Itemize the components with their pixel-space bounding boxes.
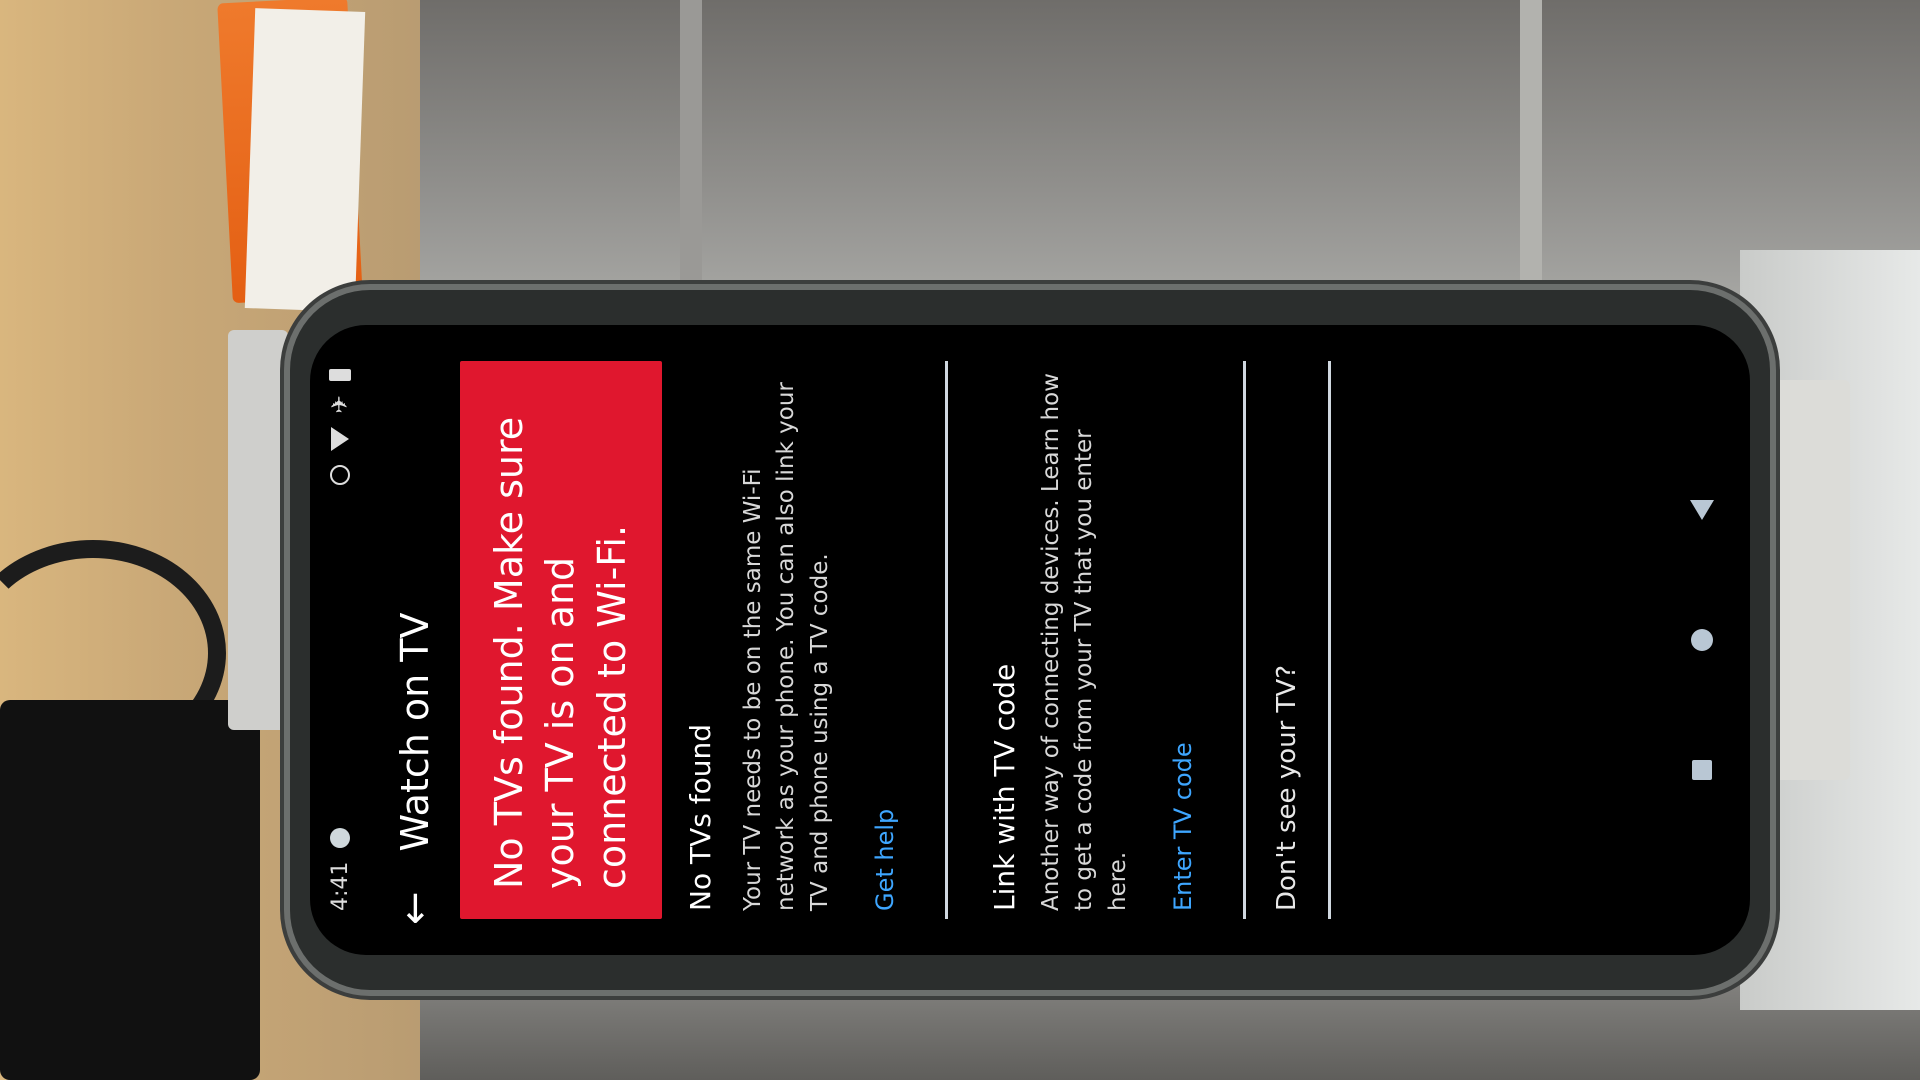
page-title: Watch on TV (393, 612, 437, 852)
no-tvs-section: No TVs found Your TV needs to be on the … (662, 325, 899, 955)
status-right: ✈ (327, 369, 353, 486)
no-tvs-body: Your TV needs to be on the same Wi-Fi ne… (739, 382, 833, 911)
error-banner: No TVs found. Make sure your TV is on an… (460, 361, 662, 919)
tv-code-section: Link with TV code Another way of connect… (948, 325, 1197, 955)
phone-screen: 4:41 ✈ ← Watch on TV No TVs found. Make … (310, 325, 1750, 955)
get-help-link[interactable]: Get help (871, 809, 899, 911)
system-nav-bar (1654, 325, 1750, 955)
app-bar: ← Watch on TV (370, 325, 460, 955)
tv-code-body[interactable]: Another way of connecting devices. Learn… (1035, 369, 1135, 911)
wifi-icon (331, 427, 349, 452)
phone-holder-left (228, 330, 288, 730)
divider (1327, 361, 1331, 919)
dont-see-tv-item[interactable]: Don't see your TV? (1246, 325, 1302, 955)
nav-recents-icon[interactable] (1692, 760, 1712, 781)
background-paper (244, 8, 366, 312)
nav-back-icon[interactable] (1690, 499, 1714, 520)
airplane-mode-icon: ✈ (327, 395, 353, 414)
battery-icon (329, 369, 351, 381)
status-left: 4:41 (327, 827, 353, 911)
enter-tv-code-link[interactable]: Enter TV code (1169, 742, 1197, 911)
tv-code-heading: Link with TV code (987, 663, 1021, 911)
status-time: 4:41 (327, 861, 353, 911)
background-post (1520, 0, 1542, 300)
phone: 4:41 ✈ ← Watch on TV No TVs found. Make … (290, 290, 1770, 990)
data-saver-icon (330, 465, 350, 486)
back-arrow-icon[interactable]: ← (392, 891, 438, 925)
status-bar: 4:41 ✈ (310, 325, 370, 955)
background-block (0, 700, 260, 1080)
phone-holder-right (1760, 380, 1850, 780)
notification-icon (330, 827, 350, 848)
nav-home-icon[interactable] (1691, 629, 1713, 652)
background-shelf (420, 0, 1920, 300)
background-post (680, 0, 702, 300)
no-tvs-heading: No TVs found (683, 724, 717, 911)
